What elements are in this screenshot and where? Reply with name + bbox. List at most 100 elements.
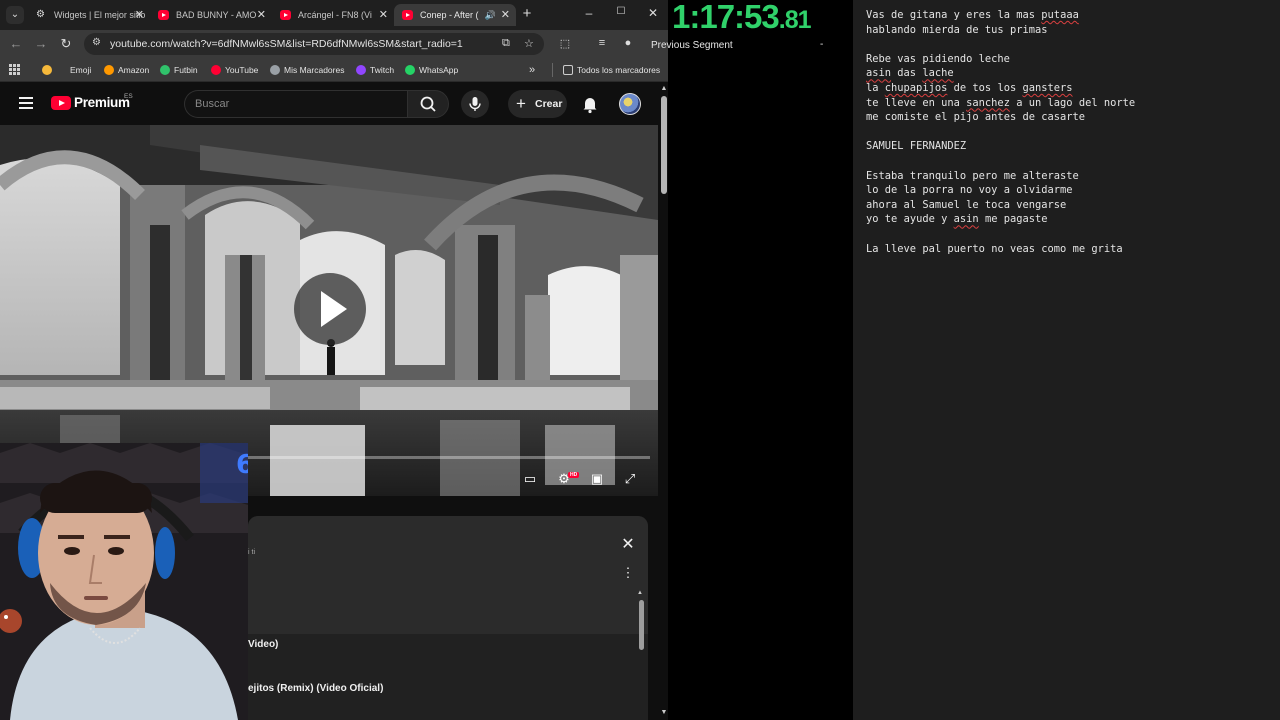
bookmark-icon (270, 65, 280, 75)
bookmark-whatsapp[interactable]: WhatsApp (405, 58, 458, 82)
webcam-overlay: 6 (0, 443, 248, 720)
apps-grid-icon[interactable] (9, 64, 20, 75)
notes-line: lo de la porra no voy a olvidarme (866, 184, 1073, 197)
notes-line: te lleve en una sanchez a un lago del no… (866, 96, 1136, 109)
forward-button[interactable]: → (33, 36, 49, 52)
close-icon[interactable]: ✕ (257, 4, 266, 26)
bookmark-futbin[interactable]: Futbin (160, 58, 198, 82)
run-timer: 1:17:53.81 (672, 0, 812, 36)
search-input[interactable] (195, 91, 395, 117)
misspelled-word: asin (953, 213, 979, 226)
extensions-icon[interactable]: ⬚ (558, 37, 572, 50)
playlist-scrollbar[interactable] (639, 600, 644, 650)
tab-arcangel[interactable]: Arcángel - FN8 (Vi ✕ (272, 4, 394, 26)
notes-line: La lleve pal puerto no veas como me grit… (866, 242, 1123, 255)
notes-line: Rebe vas pidiendo leche (866, 52, 1010, 65)
maximize-button[interactable]: ☐ (613, 6, 629, 17)
bookmark-mis-marcadores[interactable]: Mis Marcadores (270, 58, 344, 82)
misspelled-word: chupapijos (884, 82, 948, 94)
tab-strip: ⌄ ⚙ Widgets | El mejor sitio ✕ BAD BUNNY… (0, 0, 668, 30)
close-icon[interactable]: ✕ (501, 4, 510, 26)
new-tab-button[interactable]: + (520, 5, 534, 22)
notes-line: la chupapijos de tos los gansters (866, 82, 1073, 94)
bookmark-youtube[interactable]: YouTube (211, 58, 258, 82)
tab-widgets[interactable]: ⚙ Widgets | El mejor sitio ✕ (28, 4, 150, 26)
more-options-icon[interactable]: ⋮ (620, 566, 636, 580)
misspelled-word: lache (922, 67, 954, 80)
window-close-button[interactable]: ✕ (645, 6, 661, 20)
bookmark-amazon[interactable]: Amazon (104, 58, 149, 82)
misspelled-word: gansters (1022, 82, 1073, 94)
youtube-icon (211, 65, 221, 75)
playlist-panel: i ti ✕ ⋮ ▲ Video) ejitos (Remix) (Video … (248, 516, 648, 720)
video-progress-bar[interactable] (248, 456, 650, 459)
bookmark-star-icon[interactable]: ☆ (524, 37, 534, 50)
tab-title: Conep - After ( (420, 10, 479, 20)
voice-search-button[interactable] (461, 90, 489, 118)
youtube-logo-icon[interactable] (51, 96, 71, 110)
profile-extension-icon[interactable]: ● (621, 37, 635, 49)
url-text: youtube.com/watch?v=6dfNMwl6sSM&list=RD6… (110, 38, 463, 50)
search-button[interactable] (407, 90, 449, 118)
menu-icon[interactable] (19, 97, 33, 109)
bookmark-twitch[interactable]: Twitch (356, 58, 394, 82)
bell-icon (583, 98, 597, 114)
subtitles-icon[interactable]: ▭ (520, 470, 540, 488)
tab-bad-bunny[interactable]: BAD BUNNY - AMO ✕ (150, 4, 272, 26)
plus-icon: + (516, 94, 526, 113)
playlist-item[interactable]: Video) (248, 639, 278, 650)
play-button[interactable] (294, 273, 366, 345)
all-bookmarks-button[interactable]: Todos los marcadores (563, 58, 660, 82)
scroll-down-arrow-icon[interactable]: ▼ (660, 709, 668, 716)
tab-title: BAD BUNNY - AMO (176, 10, 257, 20)
notes-line: ahora al Samuel le toca vengarse (866, 198, 1067, 211)
site-info-icon[interactable]: ⚙ (92, 37, 101, 48)
notes-line: Vas de gitana y eres la mas putaaa (866, 9, 1079, 21)
scroll-up-arrow-icon[interactable]: ▲ (637, 590, 643, 596)
svg-text:6: 6 (236, 450, 248, 480)
lyrics-notes-editor[interactable]: Vas de gitana y eres la mas putaaa hablan… (853, 0, 1280, 720)
close-icon[interactable]: ✕ (618, 534, 638, 554)
search-field[interactable] (184, 90, 407, 118)
speaker-icon[interactable]: 🔊 (485, 4, 496, 26)
speedrun-timer-panel (668, 0, 853, 720)
whatsapp-icon (405, 65, 415, 75)
media-control-icon[interactable]: ≡ (595, 37, 609, 49)
previous-segment-label: Previous Segment (651, 40, 733, 51)
address-bar[interactable]: ⚙ youtube.com/watch?v=6dfNMwl6sSM&list=R… (84, 33, 544, 55)
bookmarks-divider (552, 63, 553, 77)
reload-button[interactable]: ↻ (58, 36, 74, 52)
tab-search-button[interactable]: ⌄ (6, 6, 24, 24)
tab-title: Arcángel - FN8 (Vi (298, 10, 372, 20)
search-icon (420, 96, 436, 112)
browser-toolbar: ← → ↻ ⚙ youtube.com/watch?v=6dfNMwl6sSM&… (0, 30, 668, 58)
cast-icon[interactable]: ⧉ (502, 37, 510, 50)
bookmarks-bar: Emoji Amazon Futbin YouTube Mis Marcador… (0, 58, 668, 82)
emoji-icon (42, 65, 52, 75)
bookmark-emoji[interactable]: Emoji (42, 58, 91, 82)
create-button[interactable]: + Crear (508, 90, 567, 118)
notifications-button[interactable] (581, 94, 599, 114)
playlist-item[interactable]: ejitos (Remix) (Video Oficial) (248, 683, 383, 694)
microphone-icon (469, 97, 481, 111)
page-scrollbar-thumb[interactable] (661, 96, 667, 194)
back-button[interactable]: ← (8, 36, 24, 52)
more-bookmarks-button[interactable]: » (529, 58, 535, 82)
tab-conep-active[interactable]: Conep - After ( 🔊 ✕ (394, 4, 516, 26)
twitch-icon (356, 65, 366, 75)
fullscreen-icon[interactable]: ⤢ (620, 470, 640, 488)
scroll-up-arrow-icon[interactable]: ▲ (660, 85, 668, 92)
youtube-icon (402, 10, 413, 20)
region-code: ES (124, 93, 133, 100)
close-icon[interactable]: ✕ (135, 4, 144, 26)
avatar[interactable] (619, 93, 641, 115)
theater-mode-icon[interactable]: ▣ (587, 470, 607, 488)
minimize-button[interactable]: – (581, 6, 597, 20)
browser-window: ⌄ ⚙ Widgets | El mejor sitio ✕ BAD BUNNY… (0, 0, 668, 720)
webcam-image: 6 (0, 443, 248, 720)
youtube-header: Premium ES + Crear (0, 83, 660, 125)
misspelled-word: sanchez (966, 96, 1010, 109)
close-icon[interactable]: ✕ (379, 4, 388, 26)
playlist-subtitle: i ti (248, 549, 255, 556)
notes-line: Estaba tranquilo pero me alteraste (866, 169, 1079, 182)
